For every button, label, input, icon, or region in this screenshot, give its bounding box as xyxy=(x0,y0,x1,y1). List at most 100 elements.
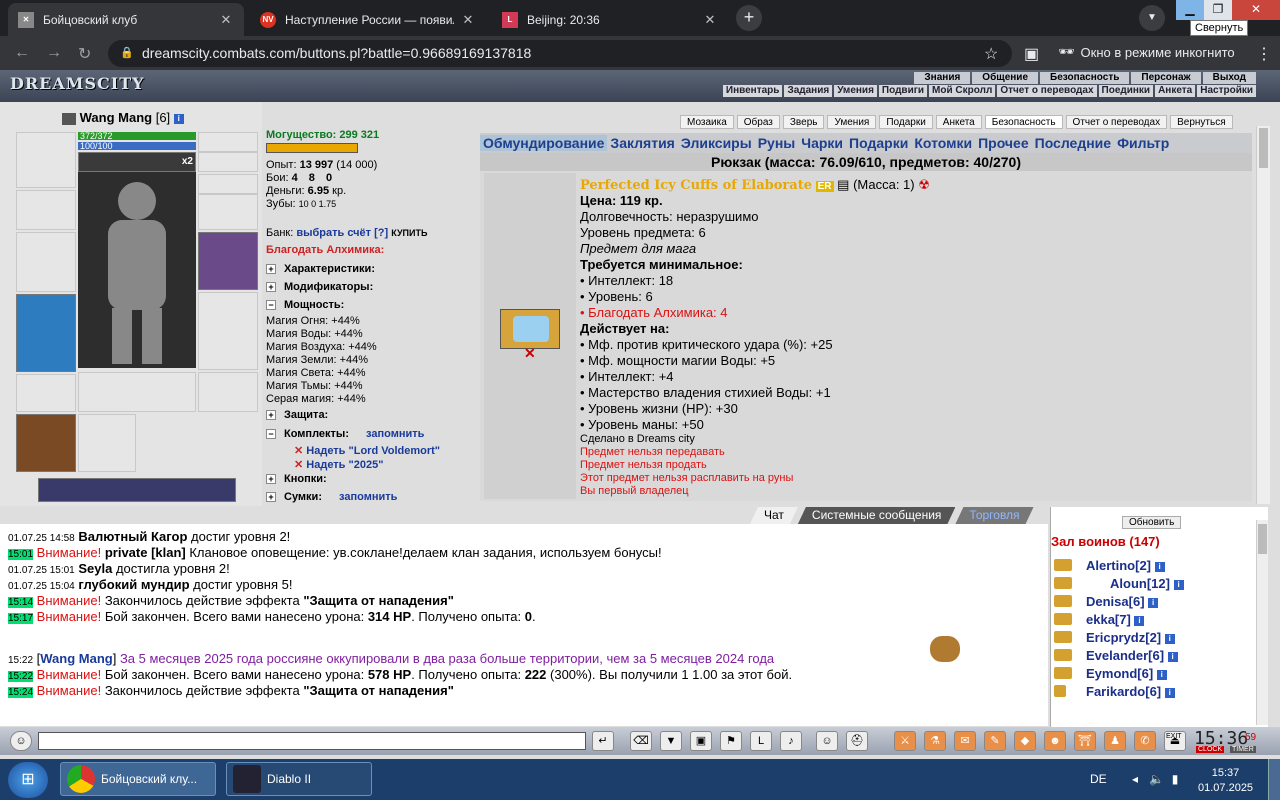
menu-exit[interactable]: Выход xyxy=(1202,72,1256,84)
save-icon[interactable]: ▣ xyxy=(690,731,712,751)
shield-slot[interactable] xyxy=(198,232,258,290)
start-button[interactable]: ⊞ xyxy=(8,762,48,798)
helmet-slot[interactable] xyxy=(16,132,76,188)
info-icon[interactable]: i xyxy=(1154,561,1165,572)
helmet-icon[interactable]: ⛑ xyxy=(846,731,868,751)
info-icon[interactable]: i xyxy=(1134,615,1145,626)
character-name[interactable]: Wang Mang [6] i xyxy=(62,110,184,125)
player-rank-icon[interactable] xyxy=(1054,613,1072,625)
delete-icon[interactable]: ✕ xyxy=(294,459,306,471)
legs-slot[interactable] xyxy=(198,292,258,370)
player-rank-icon[interactable] xyxy=(1054,685,1066,697)
filter-icon[interactable]: ▼ xyxy=(660,731,682,751)
remove-item-icon[interactable]: ✕ xyxy=(524,345,536,362)
send-icon[interactable]: ↵ xyxy=(592,731,614,751)
belt-slot[interactable] xyxy=(16,374,76,412)
exit-icon[interactable]: EXIT ⏏ xyxy=(1164,731,1186,751)
section-sets[interactable]: − Комплекты: запомнить xyxy=(266,427,476,441)
player-entry[interactable]: Denisa[6] i xyxy=(1086,594,1159,609)
smile-icon[interactable]: ☺ xyxy=(816,731,838,751)
weapon-slot[interactable] xyxy=(16,232,76,292)
forward-arrow-icon[interactable]: → xyxy=(46,44,62,62)
close-icon[interactable]: ✕ xyxy=(460,12,476,28)
info-icon[interactable]: i xyxy=(1164,687,1175,698)
boots-slot[interactable] xyxy=(198,372,258,412)
empty-slot[interactable] xyxy=(78,414,136,472)
tab-profile[interactable]: Анкета xyxy=(935,115,982,129)
info-icon[interactable]: i xyxy=(1156,669,1167,680)
chat-user[interactable]: private [klan] xyxy=(101,545,186,560)
sets-remember-link[interactable]: запомнить xyxy=(366,428,424,440)
bracers-slot[interactable] xyxy=(16,190,76,230)
chat-user[interactable]: Валютный Кагор xyxy=(78,529,187,544)
main-scrollbar[interactable] xyxy=(1256,126,1270,504)
incognito-indicator[interactable]: 🕶 Окно в режиме инкогнито xyxy=(1058,44,1235,60)
tab-security[interactable]: Безопасность xyxy=(984,115,1063,129)
tab-skills[interactable]: Умения xyxy=(827,115,877,129)
player-entry[interactable]: Farikardo[6] i xyxy=(1086,684,1175,699)
rune-slots[interactable] xyxy=(78,372,196,412)
section-bags[interactable]: + Сумки: запомнить xyxy=(266,490,476,504)
rings-slot[interactable] xyxy=(198,174,258,194)
scrollbar-thumb[interactable] xyxy=(1259,128,1268,168)
chat-bubble-icon[interactable]: ✆ xyxy=(1134,731,1156,751)
volume-icon[interactable]: 🔈 xyxy=(1149,772,1164,786)
bags-remember-link[interactable]: запомнить xyxy=(339,491,397,503)
cat-other[interactable]: Прочее xyxy=(975,135,1032,151)
network-icon[interactable]: ▮ xyxy=(1172,772,1179,786)
refresh-button[interactable]: Обновить xyxy=(1122,516,1182,529)
menu-communication[interactable]: Общение xyxy=(972,72,1038,84)
buff-strip[interactable]: x2 xyxy=(78,152,196,172)
chat-smiles-icon[interactable]: ☺ xyxy=(10,731,32,751)
tab-gifts[interactable]: Подарки xyxy=(879,115,933,129)
menu-character[interactable]: Персонаж xyxy=(1131,72,1201,84)
bee-mascot-icon[interactable] xyxy=(930,636,960,662)
player-entry[interactable]: Eymond[6] i xyxy=(1086,666,1167,681)
section-power[interactable]: − Мощность: xyxy=(266,298,476,312)
cat-equipment[interactable]: Обмундирование xyxy=(480,135,608,151)
taskbar-diablo[interactable]: Diablo II xyxy=(226,762,372,796)
set-lord-voldemort[interactable]: ✕ Надеть "Lord Voldemort" xyxy=(294,444,440,458)
submenu-settings[interactable]: Настройки xyxy=(1197,85,1256,97)
translit-icon[interactable]: L xyxy=(750,731,772,751)
bag-icon[interactable]: ◆ xyxy=(1014,731,1036,751)
close-window-button[interactable]: ✕ xyxy=(1232,0,1280,20)
language-indicator[interactable]: DE xyxy=(1090,772,1107,786)
chat-input[interactable] xyxy=(38,732,586,750)
menu-dots-icon[interactable]: ⋮ xyxy=(1256,44,1272,64)
submenu-quests[interactable]: Задания xyxy=(784,85,833,97)
bookmark-star-icon[interactable]: ☆ xyxy=(984,44,998,64)
show-desktop-button[interactable] xyxy=(1268,759,1280,800)
menu-security[interactable]: Безопасность xyxy=(1040,72,1130,84)
tab-trade[interactable]: Торговля xyxy=(955,507,1033,524)
earring-slot[interactable] xyxy=(198,132,258,152)
eraser-icon[interactable]: ⌫ xyxy=(630,731,652,751)
url-field[interactable]: 🔒 dreamscity.combats.com/buttons.pl?batt… xyxy=(108,40,1012,67)
music-icon[interactable]: ♪ xyxy=(780,731,802,751)
info-icon[interactable]: i xyxy=(1164,633,1175,644)
potion-icon[interactable]: ⚗ xyxy=(924,731,946,751)
cat-charms[interactable]: Чарки xyxy=(798,135,846,151)
side-panel-icon[interactable]: ▣ xyxy=(1024,44,1039,64)
submenu-inventory[interactable]: Инвентарь xyxy=(722,85,783,97)
player-rank-icon[interactable] xyxy=(1054,595,1072,607)
cat-spells[interactable]: Заклятия xyxy=(607,135,677,151)
dreamscity-logo[interactable]: DREAMSCITY xyxy=(10,74,160,102)
bag-slot[interactable] xyxy=(16,414,76,472)
cat-elixirs[interactable]: Эликсиры xyxy=(678,135,755,151)
submenu-scroll[interactable]: Мой Скролл xyxy=(929,85,996,97)
new-tab-button[interactable]: + xyxy=(736,5,762,31)
player-entry[interactable]: ekka[7] i xyxy=(1086,612,1145,627)
section-buttons[interactable]: + Кнопки: xyxy=(266,472,476,486)
submenu-profile[interactable]: Анкета xyxy=(1155,85,1196,97)
close-icon[interactable]: ✕ xyxy=(702,12,718,28)
gloves-slot[interactable] xyxy=(198,194,258,230)
copy-icon[interactable]: ▤ xyxy=(837,177,849,192)
taskbar-clock[interactable]: 15:37 01.07.2025 xyxy=(1198,766,1253,796)
chat-user[interactable]: Seyla xyxy=(78,561,112,576)
timer-label[interactable]: TIMER xyxy=(1230,746,1256,753)
cat-runes[interactable]: Руны xyxy=(755,135,799,151)
item-name[interactable]: Perfected Icy Cuffs of Elaborate xyxy=(580,178,812,193)
delete-icon[interactable]: ✕ xyxy=(294,445,306,457)
tab-return[interactable]: Вернуться xyxy=(1170,115,1233,129)
